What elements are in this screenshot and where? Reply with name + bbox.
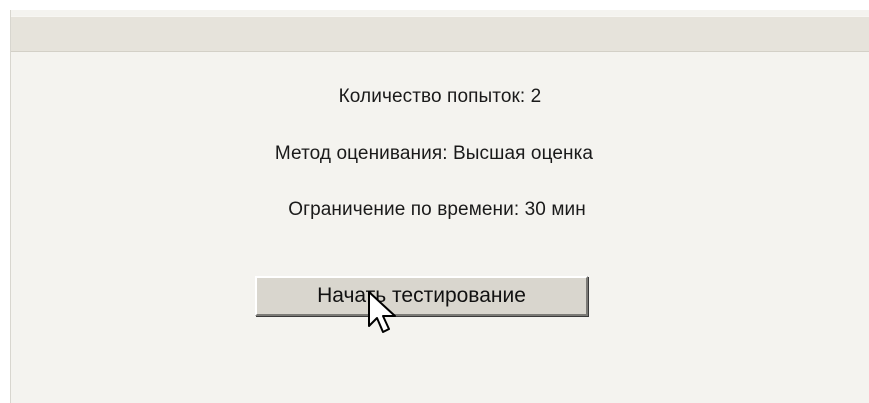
header-bar [11,16,869,52]
grading-method: Метод оценивания: Высшая оценка [274,143,594,164]
start-quiz-button[interactable]: Начать тестирование [255,276,588,316]
page: Количество попыток: 2 Метод оценивания: … [0,0,869,403]
quiz-panel: Количество попыток: 2 Метод оценивания: … [10,10,869,403]
attempts-count: Количество попыток: 2 [338,86,542,107]
time-limit: Ограничение по времени: 30 мин [288,199,586,220]
